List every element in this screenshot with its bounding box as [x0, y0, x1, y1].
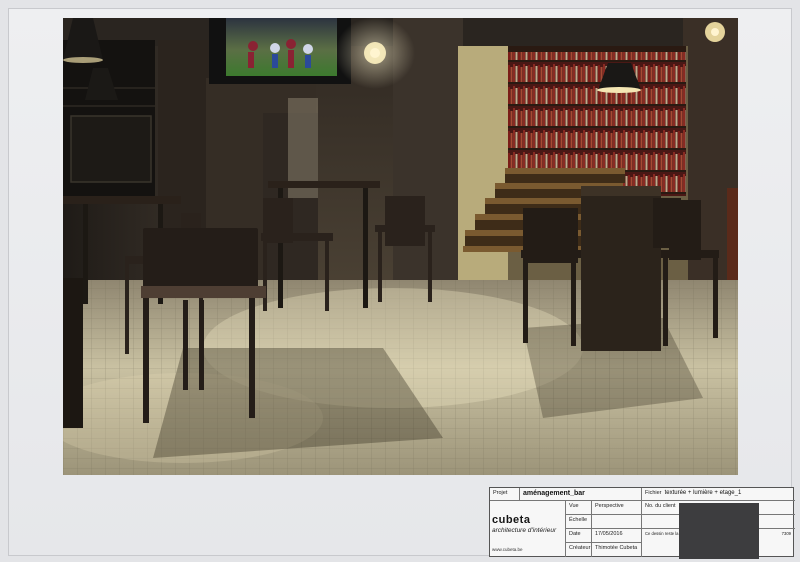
redaction-block — [679, 503, 759, 559]
date-label: Date — [569, 531, 581, 537]
createur-label: Créateur — [569, 545, 591, 551]
date-label-cell: Date — [566, 529, 592, 543]
projet-label-cell: Projet — [490, 488, 520, 501]
vue-label: Vue — [569, 503, 579, 509]
createur-value-cell: Thimotée Cubeta — [592, 543, 642, 557]
vue-label-cell: Vue — [566, 501, 592, 515]
projet-label: Projet — [493, 490, 508, 496]
date-value: 17/05/2016 — [595, 531, 623, 537]
client-label: No. du client — [645, 503, 676, 509]
vue-value-cell: Perspective — [592, 501, 642, 515]
company-logo-area: cubeta architecture d'intérieur www.cube… — [490, 501, 566, 557]
vue-value: Perspective — [595, 503, 624, 509]
fichier-label: Fichier — [645, 490, 662, 496]
echelle-label-cell: Échelle — [566, 515, 592, 529]
fichier-value: texturée + lumière + etage_1 — [664, 490, 742, 496]
createur-label-cell: Créateur — [566, 543, 592, 557]
date-value-cell: 17/05/2016 — [592, 529, 642, 543]
fichier-cell: Fichier texturée + lumière + etage_1 — [642, 488, 795, 501]
company-website: www.cubeta.be — [492, 547, 523, 552]
projet-value-cell: aménagement_bar — [520, 488, 642, 501]
createur-value: Thimotée Cubeta — [595, 545, 638, 551]
echelle-label: Échelle — [569, 517, 588, 523]
projet-value: aménagement_bar — [523, 490, 585, 497]
echelle-value-cell — [592, 515, 642, 529]
company-logo: cubeta — [492, 514, 531, 526]
company-tagline: architecture d'intérieur — [492, 527, 557, 534]
legal-note-code: 7309 — [781, 531, 791, 536]
bar-perspective-render — [63, 18, 738, 475]
